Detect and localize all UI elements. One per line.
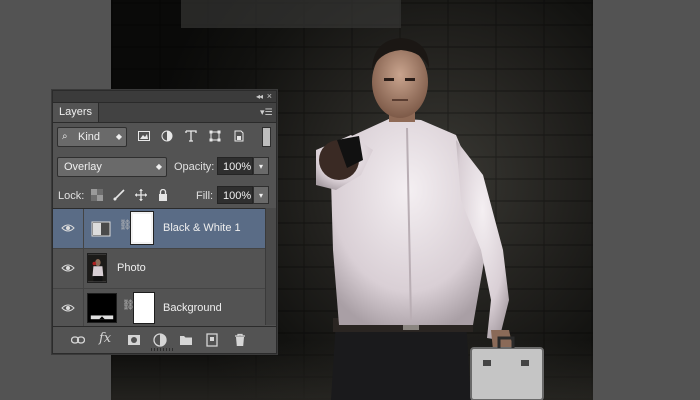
layers-scrollbar[interactable] bbox=[265, 208, 276, 325]
chevron-updown-icon: ◆ bbox=[115, 132, 122, 141]
resize-grip[interactable] bbox=[151, 348, 173, 351]
workspace-right bbox=[593, 0, 700, 400]
adjustment-filter-icon[interactable] bbox=[161, 130, 173, 142]
blend-mode-value: Overlay bbox=[64, 161, 102, 173]
opacity-dropdown-button[interactable]: ▾ bbox=[253, 157, 269, 175]
photo-layer-thumbnail[interactable] bbox=[87, 253, 107, 283]
panel-bottom-toolbar: fx bbox=[53, 326, 276, 353]
blend-row: Overlay ◆ Opacity: 100% ▾ bbox=[53, 152, 276, 181]
link-icon[interactable]: ⛓ bbox=[119, 220, 132, 236]
link-layers-icon[interactable] bbox=[71, 333, 85, 347]
fill-input[interactable]: 100% bbox=[217, 186, 253, 204]
blend-mode-select[interactable]: Overlay ◆ bbox=[57, 157, 167, 177]
layer-row-black-white[interactable]: ⛓ Black & White 1 bbox=[53, 209, 276, 249]
shape-filter-icon[interactable] bbox=[209, 130, 221, 142]
filter-row: ⌕ Kind ◆ bbox=[53, 123, 276, 152]
layer-divider bbox=[83, 249, 84, 288]
opacity-label: Opacity: bbox=[174, 161, 215, 173]
lock-all-icon[interactable] bbox=[157, 189, 169, 201]
type-filter-icon[interactable] bbox=[185, 130, 197, 142]
lock-label: Lock: bbox=[58, 190, 85, 202]
panel-header-bar[interactable]: ◂◂ × bbox=[53, 91, 276, 103]
adjustment-layer-icon bbox=[91, 221, 111, 237]
new-adjustment-icon[interactable] bbox=[153, 333, 167, 347]
layer-mask-thumbnail[interactable] bbox=[133, 292, 155, 324]
layer-name[interactable]: Background bbox=[163, 302, 222, 314]
background-layer-thumbnail[interactable] bbox=[87, 293, 117, 323]
group-icon[interactable] bbox=[179, 333, 193, 347]
eye-icon[interactable] bbox=[61, 262, 75, 274]
layer-divider bbox=[83, 209, 84, 248]
layer-row-background[interactable]: ⛓ Background bbox=[53, 289, 276, 329]
layers-list: ⛓ Black & White 1 Photo ⛓ Background bbox=[53, 208, 276, 329]
lock-transparent-pixels-icon[interactable] bbox=[91, 189, 103, 201]
layer-name[interactable]: Black & White 1 bbox=[163, 222, 241, 234]
fill-dropdown-button[interactable]: ▾ bbox=[253, 186, 269, 204]
eye-icon[interactable] bbox=[61, 222, 75, 234]
smart-object-filter-icon[interactable] bbox=[233, 130, 245, 142]
new-layer-icon[interactable] bbox=[205, 333, 219, 347]
filter-toggle-switch[interactable] bbox=[262, 127, 271, 147]
lock-row: Lock: Fill: 100% ▾ bbox=[53, 181, 276, 210]
mask-icon[interactable] bbox=[127, 333, 141, 347]
eye-icon[interactable] bbox=[61, 302, 75, 314]
layers-panel: ◂◂ × Layers ▾☰ ⌕ Kind ◆ Overlay ◆ Opacit… bbox=[52, 90, 277, 354]
chevron-updown-icon: ◆ bbox=[155, 162, 162, 171]
layer-mask-thumbnail[interactable] bbox=[130, 211, 154, 245]
layer-row-photo[interactable]: Photo bbox=[53, 249, 276, 289]
link-icon[interactable]: ⛓ bbox=[122, 300, 135, 316]
image-filter-icon[interactable] bbox=[138, 130, 150, 142]
panel-tabbar: Layers ▾☰ bbox=[53, 103, 276, 123]
filter-kind-label: Kind bbox=[78, 131, 101, 143]
panel-menu-icon[interactable]: ▾☰ bbox=[260, 107, 273, 118]
fx-icon[interactable]: fx bbox=[99, 331, 113, 346]
fill-label: Fill: bbox=[196, 190, 214, 202]
lock-image-pixels-icon[interactable] bbox=[113, 189, 125, 201]
layer-name[interactable]: Photo bbox=[117, 262, 146, 274]
tab-layers[interactable]: Layers bbox=[53, 103, 100, 122]
collapse-icon[interactable]: ◂◂ bbox=[256, 91, 263, 102]
search-icon: ⌕ bbox=[62, 131, 68, 142]
close-icon[interactable]: × bbox=[267, 91, 272, 102]
opacity-input[interactable]: 100% bbox=[217, 157, 253, 175]
filter-kind-select[interactable]: ⌕ Kind ◆ bbox=[57, 127, 127, 147]
lock-position-icon[interactable] bbox=[135, 189, 147, 201]
layer-divider bbox=[83, 289, 84, 328]
trash-icon[interactable] bbox=[233, 333, 247, 347]
